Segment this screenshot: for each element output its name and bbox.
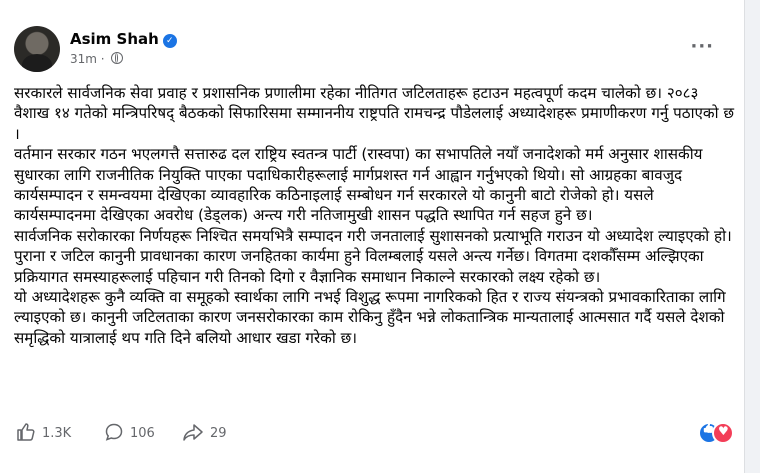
comment-icon [105,423,123,441]
post-time[interactable]: 31m [70,52,97,66]
post-paragraph: वर्तमान सरकार गठन भएलगत्तै सत्तारुढ दल र… [14,145,703,225]
post-header: Asim Shah ✓ 31m · ··· [14,26,734,76]
share-icon [183,424,203,441]
reaction-summary[interactable] [698,420,738,444]
post-paragraph: सरकारले सार्वजनिक सेवा प्रवाह र प्रशासनि… [14,84,734,143]
like-count: 1.3K [42,426,72,441]
like-icon [17,423,35,441]
verified-badge-icon: ✓ [162,34,177,48]
like-button[interactable]: 1.3K [16,422,71,442]
post-footer: 1.3K 106 29 [14,418,738,448]
comment-button[interactable]: 106 [104,422,155,442]
more-options-icon[interactable]: ··· [690,36,714,57]
share-count: 29 [210,426,227,441]
love-reaction-icon [712,422,734,444]
post-body: सरकारले सार्वजनिक सेवा प्रवाह र प्रशासनि… [14,83,738,348]
comment-count: 106 [130,426,155,441]
post-paragraph: यो अध्यादेशहरू कुनै व्यक्ति वा समूहको स्… [14,288,726,347]
post-paragraph: सार्वजनिक सरोकारका निर्णयहरू निश्चित समय… [14,226,732,286]
avatar[interactable] [14,26,60,72]
author-name[interactable]: Asim Shah [70,30,159,48]
share-button[interactable]: 29 [182,422,227,442]
globe-icon [111,52,124,64]
post-meta: 31m · [70,52,124,66]
author-name-wrap: Asim Shah ✓ [70,30,177,48]
post-card: Asim Shah ✓ 31m · ··· सरकारले सार्वजनिक स… [0,0,745,473]
